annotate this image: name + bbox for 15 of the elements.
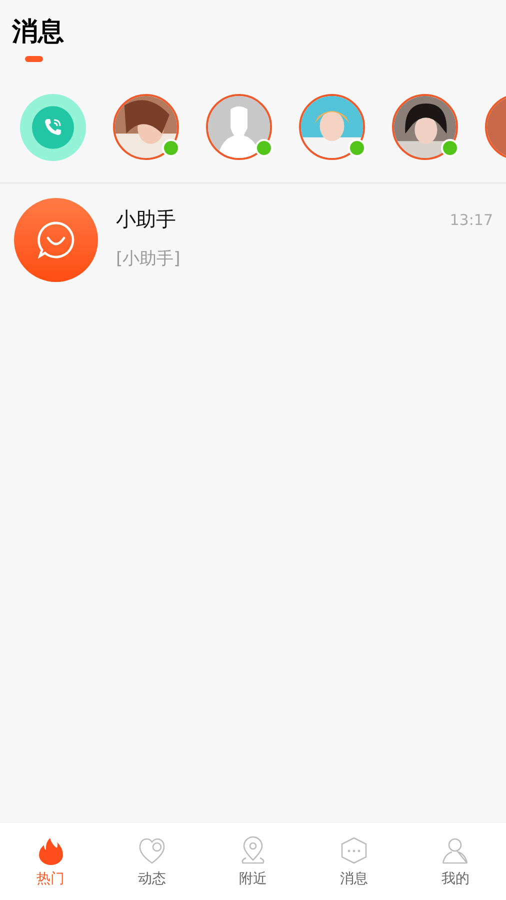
heart-icon	[136, 836, 167, 866]
nav-tab[interactable]: 消息	[319, 836, 390, 888]
chat-bubble-icon	[36, 220, 76, 260]
nav-tab[interactable]: 动态	[116, 836, 187, 888]
title-underline	[25, 56, 43, 62]
phone-icon	[43, 117, 63, 137]
nav-tab[interactable]: 热门	[16, 836, 86, 888]
page-title: 消息	[12, 16, 65, 48]
nav-tab[interactable]: 我的	[420, 836, 490, 888]
person-icon	[440, 836, 470, 866]
message-time: 13:17	[450, 210, 493, 228]
nav-tab[interactable]: 附近	[218, 836, 288, 888]
message-preview: [小助手]	[116, 248, 182, 270]
chat-icon	[339, 836, 370, 866]
contact-name: 小助手	[116, 206, 176, 233]
